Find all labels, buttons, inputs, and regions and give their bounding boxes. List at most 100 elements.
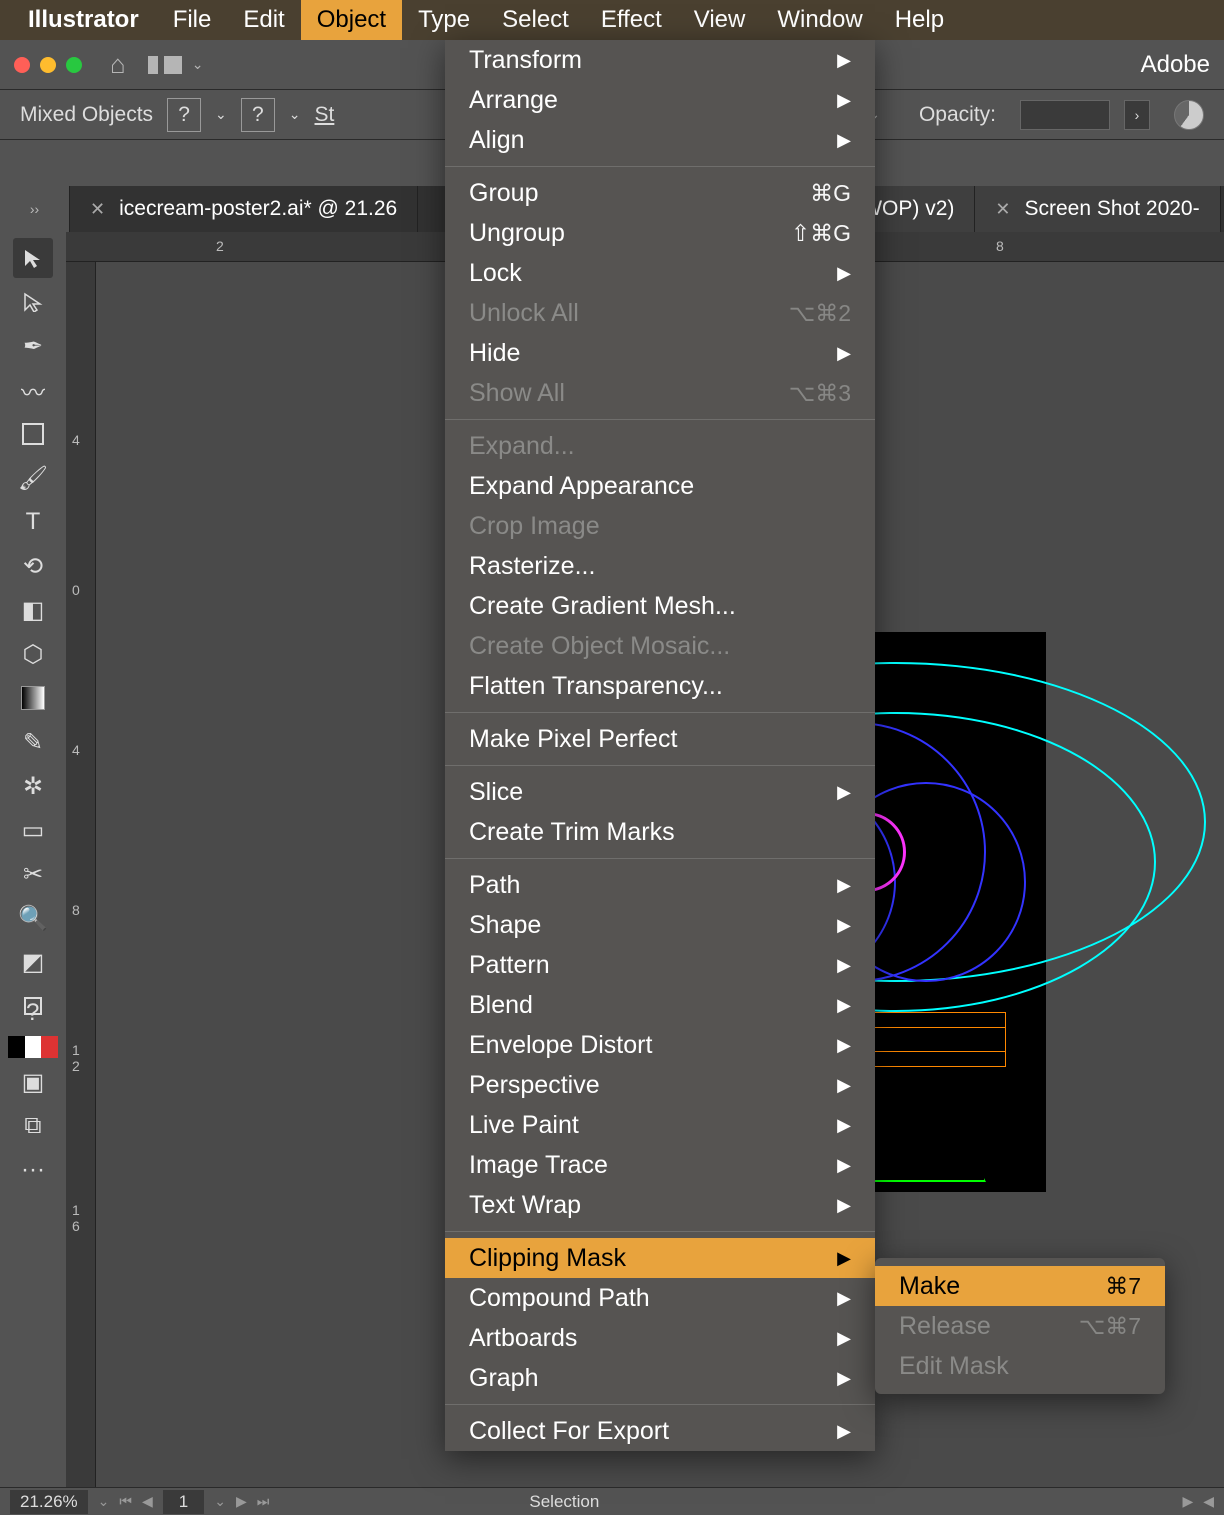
zoom-icon[interactable]	[66, 57, 82, 73]
submenu-arrow-icon: ▶	[837, 1248, 851, 1269]
menu-item-label: Envelope Distort	[469, 1031, 652, 1060]
gradient-tool[interactable]	[13, 678, 53, 718]
opacity-input[interactable]	[1020, 100, 1110, 130]
shape-builder-tool[interactable]: ⬡	[13, 634, 53, 674]
fill-control[interactable]: ?	[167, 98, 201, 132]
menu-item-label: Create Gradient Mesh...	[469, 592, 736, 621]
menubar-item-object[interactable]: Object	[301, 0, 402, 40]
menubar-item-select[interactable]: Select	[486, 0, 585, 40]
object-menu-item-group[interactable]: Group⌘G	[445, 173, 875, 213]
tab-screenshot[interactable]: ✕ Screen Shot 2020-	[975, 186, 1220, 232]
submenu-arrow-icon: ▶	[837, 875, 851, 896]
menubar-item-edit[interactable]: Edit	[227, 0, 300, 40]
next-frame-icon[interactable]: ▶	[236, 1493, 247, 1510]
menubar-item-file[interactable]: File	[157, 0, 228, 40]
object-menu-item-arrange[interactable]: Arrange▶	[445, 80, 875, 120]
type-tool[interactable]: T	[13, 502, 53, 542]
object-menu-item-align[interactable]: Align▶	[445, 120, 875, 160]
object-menu-item-artboards[interactable]: Artboards▶	[445, 1318, 875, 1358]
rectangle-tool[interactable]	[13, 414, 53, 454]
object-menu-item-hide[interactable]: Hide▶	[445, 333, 875, 373]
object-menu-item-create-object-mosaic: Create Object Mosaic...	[445, 626, 875, 666]
submenu-arrow-icon: ▶	[837, 955, 851, 976]
selection-label: Mixed Objects	[20, 103, 153, 127]
object-menu-item-make-pixel-perfect[interactable]: Make Pixel Perfect	[445, 719, 875, 759]
selection-tool[interactable]	[13, 238, 53, 278]
draw-mode-icon[interactable]: ▣	[13, 1062, 53, 1102]
object-menu-item-create-trim-marks[interactable]: Create Trim Marks	[445, 812, 875, 852]
menu-item-label: Artboards	[469, 1324, 577, 1353]
object-menu-item-text-wrap[interactable]: Text Wrap▶	[445, 1185, 875, 1225]
object-menu-item-rasterize[interactable]: Rasterize...	[445, 546, 875, 586]
zoom-level[interactable]: 21.26%	[10, 1490, 88, 1514]
slice-tool[interactable]: ✂	[13, 854, 53, 894]
object-menu-item-transform[interactable]: Transform▶	[445, 40, 875, 80]
home-icon[interactable]: ⌂	[110, 49, 126, 80]
rotate-tool[interactable]: ⟲	[13, 546, 53, 586]
last-frame-icon[interactable]: ⏭	[257, 1493, 270, 1510]
curvature-tool[interactable]: 〰	[13, 370, 53, 410]
close-tab-icon[interactable]: ✕	[90, 199, 105, 220]
prev-frame-icon[interactable]: ◀	[142, 1493, 153, 1510]
object-menu-item-shape[interactable]: Shape▶	[445, 905, 875, 945]
object-menu-item-perspective[interactable]: Perspective▶	[445, 1065, 875, 1105]
object-menu-item-collect-for-export[interactable]: Collect For Export▶	[445, 1411, 875, 1451]
close-icon[interactable]	[14, 57, 30, 73]
eyedropper-tool[interactable]: ✎	[13, 722, 53, 762]
menu-item-label: Expand...	[469, 432, 575, 461]
object-menu-item-create-gradient-mesh[interactable]: Create Gradient Mesh...	[445, 586, 875, 626]
menu-item-label: Lock	[469, 259, 522, 288]
object-menu-item-live-paint[interactable]: Live Paint▶	[445, 1105, 875, 1145]
scroll-left-icon[interactable]: ◀	[1203, 1493, 1214, 1510]
menubar-item-effect[interactable]: Effect	[585, 0, 678, 40]
object-menu-item-blend[interactable]: Blend▶	[445, 985, 875, 1025]
menubar-item-type[interactable]: Type	[402, 0, 486, 40]
object-menu-item-path[interactable]: Path▶	[445, 865, 875, 905]
color-swatches[interactable]	[8, 1036, 58, 1058]
zoom-tool[interactable]: 🔍	[13, 898, 53, 938]
tab-overflow[interactable]: ››	[0, 186, 70, 232]
menu-item-label: Transform	[469, 46, 582, 75]
object-menu-item-flatten-transparency[interactable]: Flatten Transparency...	[445, 666, 875, 706]
first-frame-icon[interactable]: ⏮	[119, 1493, 132, 1510]
object-menu-item-compound-path[interactable]: Compound Path▶	[445, 1278, 875, 1318]
paintbrush-tool[interactable]: 🖌	[13, 458, 53, 498]
scroll-right-icon[interactable]: ▶	[1182, 1493, 1193, 1510]
menubar-item-window[interactable]: Window	[761, 0, 878, 40]
menu-item-label: Align	[469, 126, 525, 155]
unknown-tool[interactable]: ?	[13, 986, 53, 1026]
minimize-icon[interactable]	[40, 57, 56, 73]
more-tools-icon[interactable]: ···	[13, 1150, 53, 1190]
tab-active[interactable]: ✕ icecream-poster2.ai* @ 21.26	[70, 186, 418, 232]
stroke-control[interactable]: ?	[241, 98, 275, 132]
opacity-dropdown[interactable]: ›	[1124, 100, 1150, 130]
zoom-dropdown[interactable]: ⌄	[98, 1493, 110, 1510]
close-tab-icon[interactable]: ✕	[995, 199, 1010, 220]
app-name[interactable]: Illustrator	[28, 6, 139, 34]
object-menu-item-expand-appearance[interactable]: Expand Appearance	[445, 466, 875, 506]
pen-tool[interactable]: ✒	[13, 326, 53, 366]
frame-number[interactable]: 1	[163, 1490, 204, 1514]
menu-shortcut: ⌘7	[1105, 1273, 1141, 1300]
artboard-tool[interactable]: ▭	[13, 810, 53, 850]
workspace-switcher[interactable]: ⌄	[148, 56, 204, 74]
object-menu-item-lock[interactable]: Lock▶	[445, 253, 875, 293]
eraser-tool[interactable]: ◧	[13, 590, 53, 630]
screen-mode-icon[interactable]: ⧉	[13, 1106, 53, 1146]
fill-stroke-icon[interactable]: ◩	[13, 942, 53, 982]
object-menu-item-graph[interactable]: Graph▶	[445, 1358, 875, 1398]
object-menu-item-pattern[interactable]: Pattern▶	[445, 945, 875, 985]
clipping-mask-submenu: Make⌘7Release⌥⌘7Edit Mask	[875, 1258, 1165, 1394]
object-menu-item-clipping-mask[interactable]: Clipping Mask▶	[445, 1238, 875, 1278]
symbol-sprayer-tool[interactable]: ✲	[13, 766, 53, 806]
clip-submenu-item-make[interactable]: Make⌘7	[875, 1266, 1165, 1306]
object-menu-item-image-trace[interactable]: Image Trace▶	[445, 1145, 875, 1185]
menubar-item-help[interactable]: Help	[879, 0, 960, 40]
object-menu-item-envelope-distort[interactable]: Envelope Distort▶	[445, 1025, 875, 1065]
object-menu-item-slice[interactable]: Slice▶	[445, 772, 875, 812]
object-menu-item-ungroup[interactable]: Ungroup⇧⌘G	[445, 213, 875, 253]
transparency-icon[interactable]	[1174, 100, 1204, 130]
frame-dropdown[interactable]: ⌄	[214, 1493, 226, 1510]
menubar-item-view[interactable]: View	[678, 0, 762, 40]
direct-selection-tool[interactable]	[13, 282, 53, 322]
